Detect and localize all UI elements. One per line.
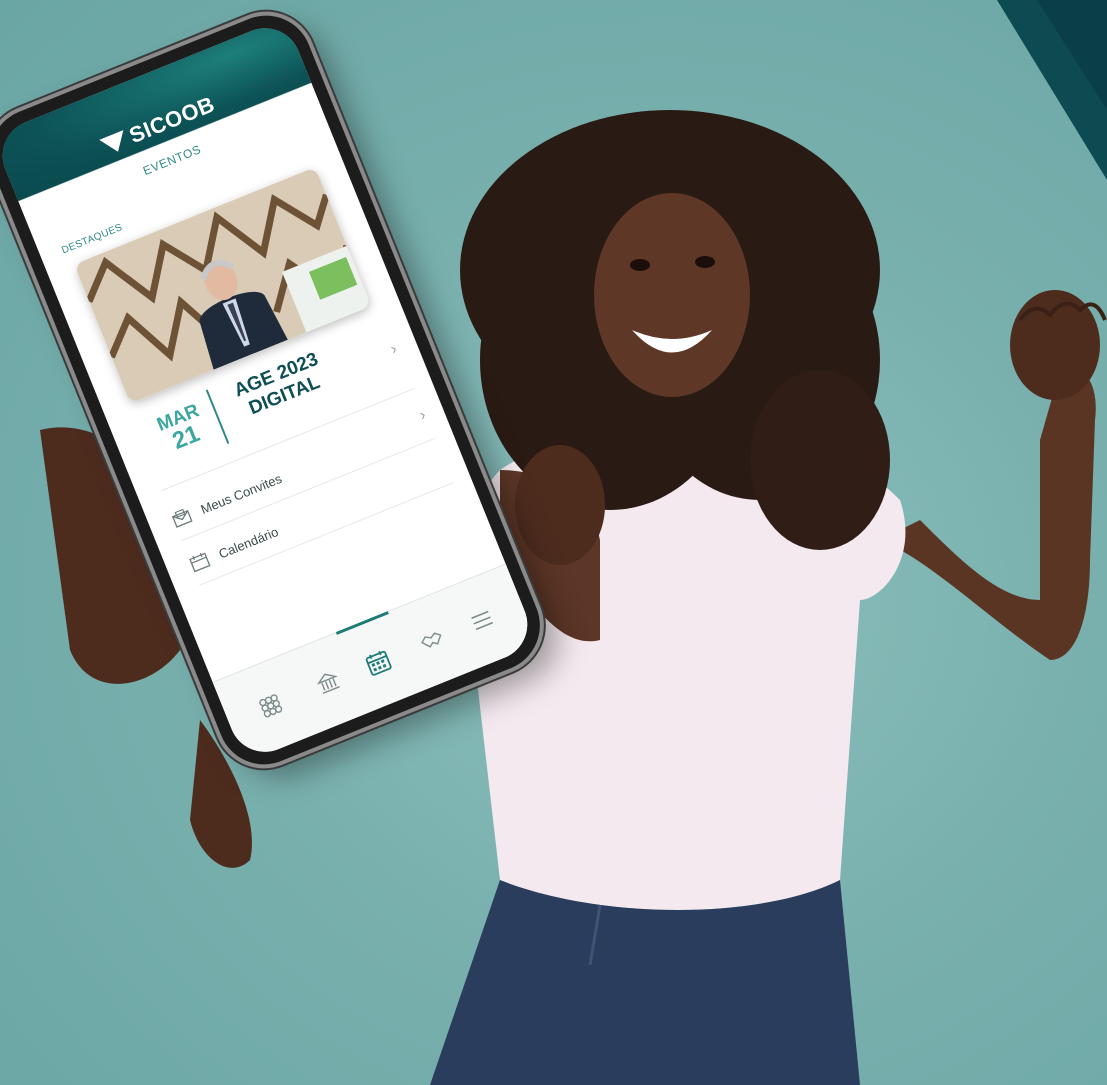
invitation-icon <box>171 508 193 528</box>
handshake-icon <box>421 632 442 648</box>
menu-item-label: Meus Convites <box>198 470 284 517</box>
sicoob-logo-icon <box>99 130 131 157</box>
nav-item-events[interactable] <box>359 643 398 682</box>
nav-item-partners[interactable] <box>413 621 452 660</box>
nav-item-home[interactable] <box>251 686 290 725</box>
calendar-icon <box>365 650 392 676</box>
chevron-right-icon[interactable]: › <box>417 406 429 425</box>
menu-icon <box>471 610 494 631</box>
nav-item-menu[interactable] <box>463 601 502 640</box>
calendar-icon <box>189 552 211 573</box>
bank-icon <box>316 673 340 695</box>
grid-icon <box>259 694 283 718</box>
active-tab-indicator <box>335 611 389 635</box>
nav-item-bank[interactable] <box>309 663 348 702</box>
event-date: MAR 21 <box>142 396 223 461</box>
chevron-right-icon[interactable]: › <box>388 340 400 359</box>
